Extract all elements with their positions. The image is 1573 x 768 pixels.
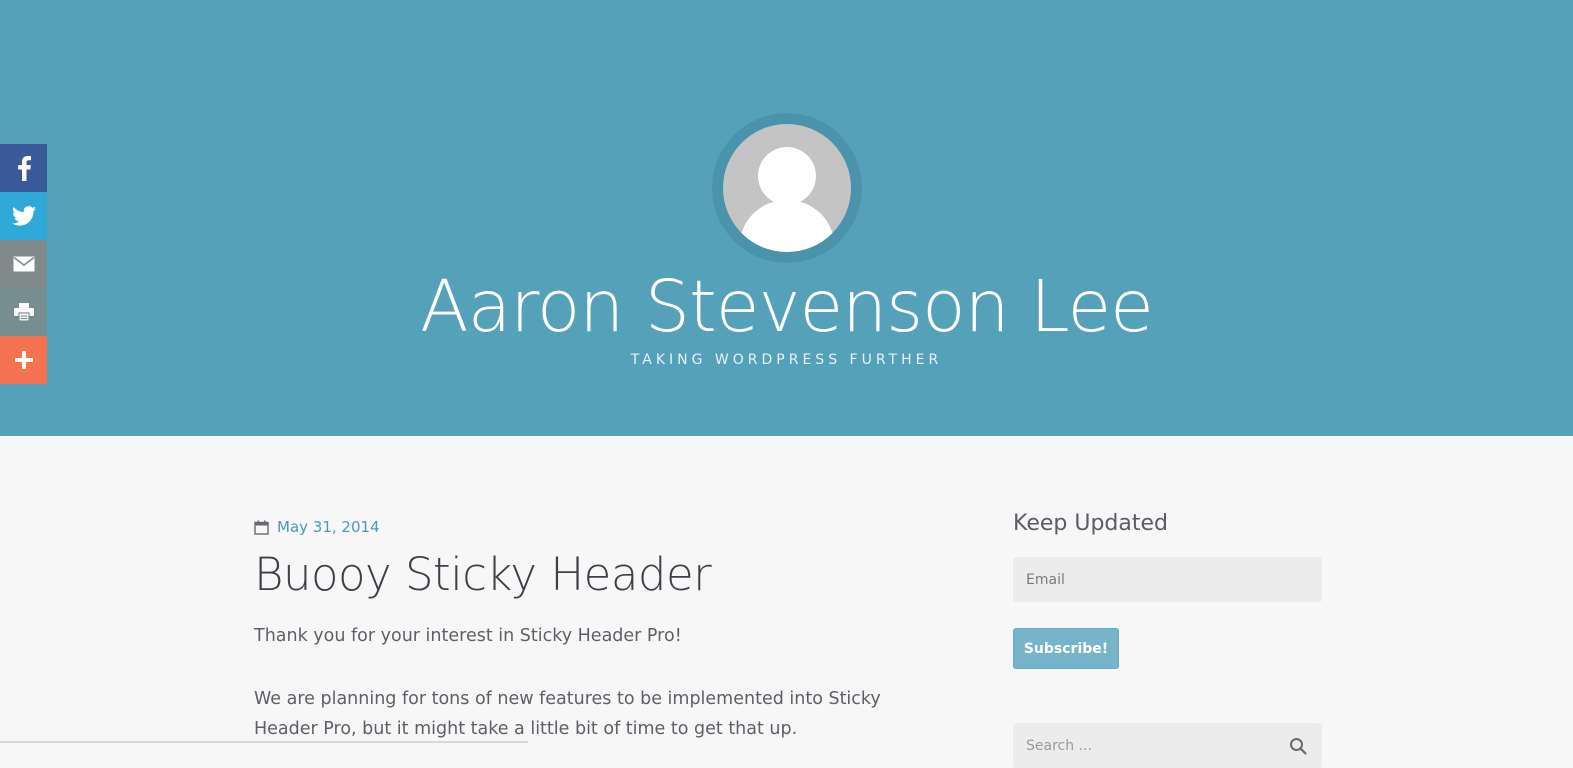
- post-date-link[interactable]: May 31, 2014: [277, 518, 380, 536]
- divider: [0, 741, 528, 743]
- post-paragraph: We are planning for tons of new features…: [254, 689, 881, 739]
- share-more-button[interactable]: [0, 336, 47, 384]
- email-field[interactable]: [1013, 557, 1322, 602]
- search-icon[interactable]: [1289, 737, 1307, 755]
- subscribe-widget-title: Keep Updated: [1013, 511, 1168, 536]
- avatar[interactable]: [712, 113, 862, 263]
- post-title[interactable]: Buooy Sticky Header: [254, 545, 712, 605]
- email-icon: [13, 256, 34, 272]
- facebook-icon: [17, 156, 31, 181]
- post-meta: May 31, 2014: [254, 516, 380, 538]
- site-header: Aaron Stevenson Lee TAKING WORDPRESS FUR…: [0, 0, 1573, 436]
- search-input[interactable]: [1013, 723, 1283, 768]
- site-title[interactable]: Aaron Stevenson Lee: [0, 262, 1573, 352]
- share-print-button[interactable]: [0, 288, 47, 336]
- share-facebook-button[interactable]: [0, 144, 47, 192]
- plus-icon: [14, 351, 33, 369]
- share-email-button[interactable]: [0, 240, 47, 288]
- post-paragraph: Thank you for your interest in Sticky He…: [254, 626, 682, 646]
- site-tagline: TAKING WORDPRESS FURTHER: [630, 352, 943, 368]
- print-icon: [13, 303, 34, 321]
- search-widget: [1013, 723, 1322, 768]
- calendar-icon: [254, 520, 269, 535]
- default-user-avatar-icon: [723, 124, 851, 252]
- share-twitter-button[interactable]: [0, 192, 47, 240]
- twitter-icon: [11, 206, 36, 226]
- subscribe-button[interactable]: Subscribe!: [1013, 628, 1119, 669]
- share-bar: [0, 144, 47, 384]
